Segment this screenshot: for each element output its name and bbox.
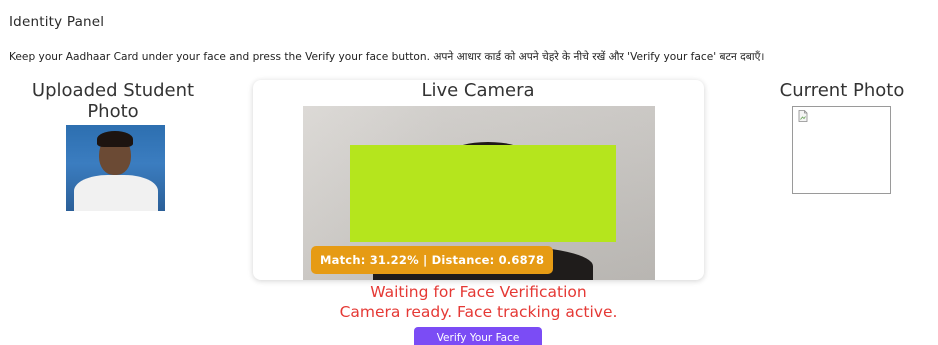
- student-photo-hair: [97, 131, 133, 147]
- broken-image-icon: [798, 110, 808, 122]
- uploaded-photo-heading: Uploaded Student Photo: [31, 80, 195, 122]
- student-photo-body: [74, 175, 158, 211]
- identity-panel: Identity Panel Keep your Aadhaar Card un…: [0, 0, 938, 345]
- current-photo-heading: Current Photo: [779, 80, 905, 101]
- verification-status-text: Waiting for Face Verification: [370, 283, 587, 301]
- uploaded-student-photo: [66, 125, 165, 211]
- current-photo-frame: [792, 106, 891, 194]
- instructions-text: Keep your Aadhaar Card under your face a…: [9, 51, 765, 63]
- live-camera-heading: Live Camera: [421, 80, 535, 101]
- face-tracking-box: [350, 145, 616, 242]
- panel-title: Identity Panel: [9, 14, 105, 30]
- verify-face-button[interactable]: Verify Your Face: [414, 327, 542, 345]
- camera-status-text: Camera ready. Face tracking active.: [339, 303, 618, 321]
- match-distance-badge: Match: 31.22% | Distance: 0.6878: [311, 246, 554, 274]
